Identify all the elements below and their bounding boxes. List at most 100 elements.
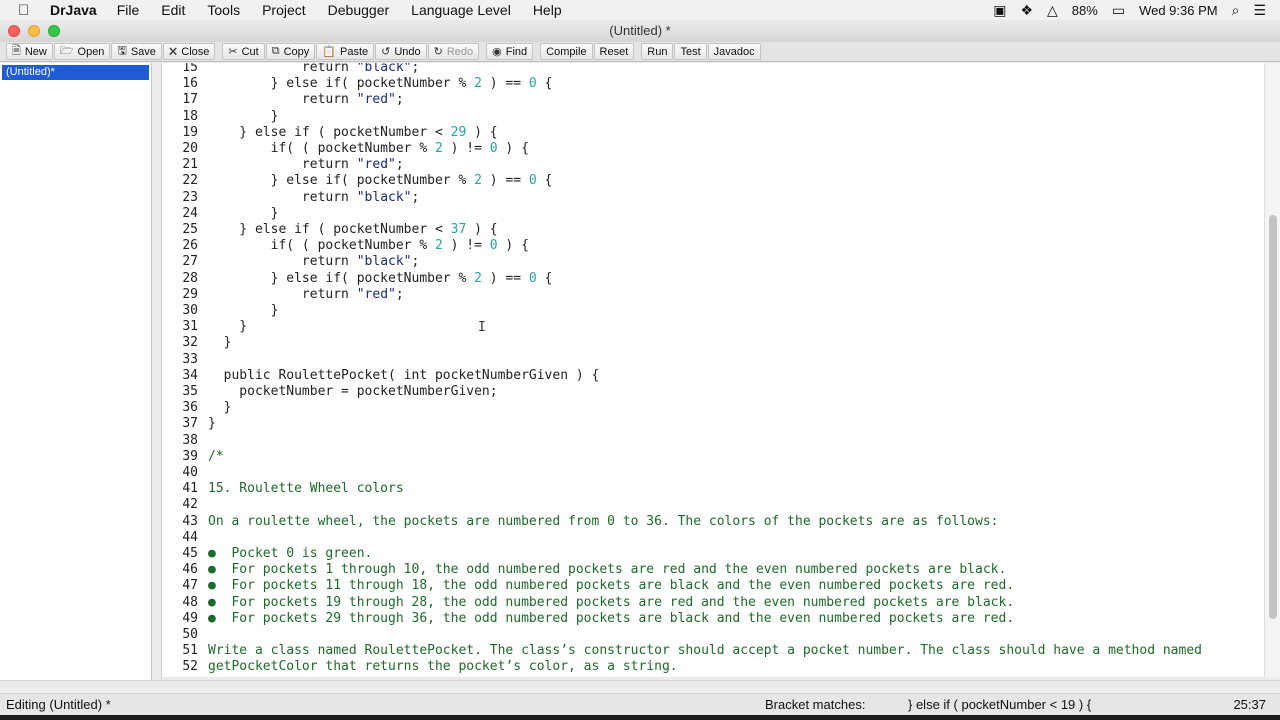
line-number: 27 <box>182 254 198 270</box>
open-button[interactable]: 🗁 Open <box>53 43 111 60</box>
code-line[interactable]: 38 <box>162 433 1262 449</box>
code-line[interactable]: 17 return "red"; <box>162 92 1262 108</box>
code-line[interactable]: 42 <box>162 497 1262 513</box>
line-number: 51 <box>182 643 198 659</box>
code-line[interactable]: 34 public RoulettePocket( int pocketNumb… <box>162 368 1262 384</box>
search-icon[interactable]: ⌕ <box>1232 2 1240 19</box>
line-text: if( ( pocketNumber % 2 ) != 0 ) { <box>208 238 529 254</box>
zoom-window-button[interactable] <box>48 25 60 37</box>
code-line[interactable]: 44 <box>162 530 1262 546</box>
code-line[interactable]: 22 } else if( pocketNumber % 2 ) == 0 { <box>162 173 1262 189</box>
undo-button[interactable]: ↺ Undo <box>375 43 427 60</box>
line-number: 39 <box>182 448 198 464</box>
battery-percent: 88% <box>1071 2 1098 18</box>
close-button[interactable]: 🗙 Close <box>162 43 216 60</box>
clock[interactable]: Wed 9:36 PM <box>1139 3 1218 18</box>
screen-record-icon[interactable]: ▣ <box>993 2 1006 19</box>
line-number: 40 <box>182 465 198 480</box>
minimize-window-button[interactable] <box>28 25 40 37</box>
app-name[interactable]: DrJava <box>50 2 97 18</box>
line-text: } else if ( pocketNumber < 37 ) { <box>208 222 498 237</box>
split-pane-divider[interactable] <box>152 63 162 680</box>
status-area: ▣ ❖ △ 88% ▭ Wed 9:36 PM ⌕ ☰ <box>993 0 1280 20</box>
code-line[interactable]: 29 return "red"; <box>162 287 1262 303</box>
new-button[interactable]: 🗎 New <box>6 43 53 60</box>
line-number: 49 <box>182 610 198 626</box>
code-editor[interactable]: 15 return "black"; 16 } else if( pocketNu… <box>162 63 1264 677</box>
code-line[interactable]: 27 return "black"; <box>162 254 1262 270</box>
cursor-position: 25:37 <box>1233 697 1266 712</box>
code-line[interactable]: 26 if( ( pocketNumber % 2 ) != 0 ) { <box>162 238 1262 254</box>
compile-button[interactable]: Compile <box>540 43 593 60</box>
code-line[interactable]: 19 } else if ( pocketNumber < 29 ) { <box>162 125 1262 141</box>
cut-button[interactable]: ✂ Cut <box>222 43 265 60</box>
code-line[interactable]: 25 } else if ( pocketNumber < 37 ) { <box>162 222 1262 238</box>
code-line[interactable]: 45 ● Pocket 0 is green. <box>162 546 1262 562</box>
code-line[interactable]: 50 <box>162 627 1262 643</box>
window-title-bar: (Untitled) * <box>0 20 1280 42</box>
notification-list-icon[interactable]: ☰ <box>1253 2 1266 19</box>
code-line[interactable]: 39 /* <box>162 449 1262 465</box>
menu-help[interactable]: Help <box>533 2 562 18</box>
code-line[interactable]: 47 ● For pockets 11 through 18, the odd n… <box>162 578 1262 594</box>
code-line[interactable]: 51 Write a class named RoulettePocket. Th… <box>162 643 1262 659</box>
test-button[interactable]: Test <box>674 43 707 60</box>
code-line[interactable]: 18 } <box>162 109 1262 125</box>
line-number: 32 <box>182 335 198 351</box>
line-text: pocketNumber = pocketNumberGiven; <box>208 384 498 399</box>
menu-debugger[interactable]: Debugger <box>328 2 390 18</box>
save-button[interactable]: 🖫 Save <box>111 43 162 60</box>
menu-language-level[interactable]: Language Level <box>411 2 511 18</box>
line-number: 24 <box>182 205 198 221</box>
javadoc-button[interactable]: Javadoc <box>707 43 761 60</box>
copy-button[interactable]: ⧉ Copy <box>265 43 316 60</box>
code-line[interactable]: 23 return "black"; <box>162 190 1262 206</box>
scrollbar-thumb[interactable] <box>1269 215 1277 619</box>
line-text: ● For pockets 1 through 10, the odd numb… <box>208 562 1007 578</box>
reset-button[interactable]: Reset <box>593 43 635 60</box>
code-line[interactable]: 31 } <box>162 319 1262 335</box>
code-line[interactable]: 28 } else if( pocketNumber % 2 ) == 0 { <box>162 271 1262 287</box>
find-button[interactable]: ◉ Find <box>486 43 534 60</box>
bracket-match-value: } else if ( pocketNumber < 19 ) { <box>908 697 1092 712</box>
dropbox-icon[interactable]: ❖ <box>1020 2 1033 19</box>
line-text: return "red"; <box>208 286 404 302</box>
line-number: 46 <box>182 562 198 578</box>
wifi-icon[interactable]: △ <box>1047 2 1058 19</box>
code-line[interactable]: 49 ● For pockets 29 through 36, the odd n… <box>162 611 1262 627</box>
code-line[interactable]: 40 <box>162 465 1262 481</box>
vertical-scrollbar[interactable] <box>1264 63 1280 677</box>
run-button[interactable]: Run <box>641 43 674 60</box>
code-line[interactable]: 35 pocketNumber = pocketNumberGiven; <box>162 384 1262 400</box>
horizontal-scrollbar[interactable] <box>0 680 1280 692</box>
document-item-untitled[interactable]: (Untitled)* <box>2 65 149 80</box>
code-line[interactable]: 43 On a roulette wheel, the pockets are n… <box>162 514 1262 530</box>
line-number: 50 <box>182 627 198 642</box>
close-window-button[interactable] <box>8 25 20 37</box>
code-line[interactable]: 32 } <box>162 335 1262 351</box>
code-line[interactable]: 20 if( ( pocketNumber % 2 ) != 0 ) { <box>162 141 1262 157</box>
menu-project[interactable]: Project <box>262 2 306 18</box>
code-line[interactable]: 37} <box>162 416 1262 432</box>
code-line[interactable]: 24 } <box>162 206 1262 222</box>
code-line[interactable]: 48 ● For pockets 19 through 28, the odd n… <box>162 595 1262 611</box>
line-text: Write a class named RoulettePocket. The … <box>208 643 1202 659</box>
line-number: 18 <box>182 108 198 124</box>
redo-button[interactable]: ↻ Redo <box>427 43 480 60</box>
code-line[interactable]: 21 return "red"; <box>162 157 1262 173</box>
menu-file[interactable]: File <box>117 2 140 18</box>
apple-icon[interactable]:  <box>18 2 38 19</box>
code-line[interactable]: 52 getPocketColor that returns the pocket… <box>162 659 1262 675</box>
code-line[interactable]: 33 <box>162 352 1262 368</box>
battery-icon[interactable]: ▭ <box>1112 2 1125 19</box>
code-line[interactable]: 46 ● For pockets 1 through 10, the odd nu… <box>162 562 1262 578</box>
paste-button[interactable]: 📋 Paste <box>316 43 375 60</box>
code-line[interactable]: 15 return "black"; <box>162 63 1262 76</box>
code-line[interactable]: 16 } else if( pocketNumber % 2 ) == 0 { <box>162 76 1262 92</box>
menu-tools[interactable]: Tools <box>207 2 240 18</box>
code-line[interactable]: 30 } <box>162 303 1262 319</box>
menu-edit[interactable]: Edit <box>161 2 185 18</box>
code-line[interactable]: 36 } <box>162 400 1262 416</box>
code-line[interactable]: 41 15. Roulette Wheel colors <box>162 481 1262 497</box>
clipboard-icon: 📋 <box>322 46 336 58</box>
